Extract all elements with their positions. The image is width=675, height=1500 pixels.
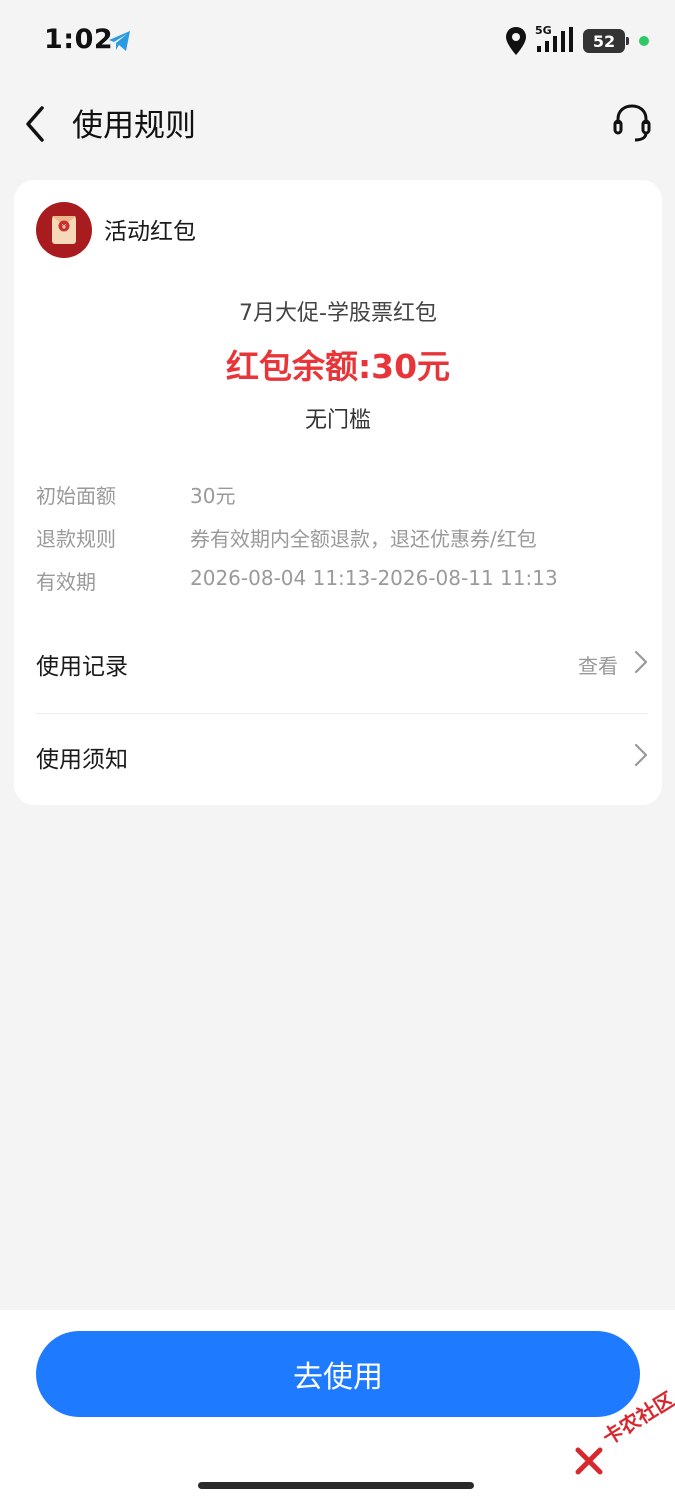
home-indicator[interactable]	[198, 1482, 474, 1489]
divider	[36, 713, 648, 714]
back-arrow-icon[interactable]	[22, 104, 48, 144]
detail-label: 退款规则	[36, 527, 116, 551]
usage-record-label: 使用记录	[36, 654, 128, 680]
page-title: 使用规则	[72, 108, 196, 144]
battery-level: 52	[592, 31, 616, 51]
detail-label: 有效期	[36, 570, 96, 594]
campaign-name: 7月大促-学股票红包	[239, 301, 437, 326]
red-packet-icon: ¥	[36, 202, 92, 258]
chevron-right-icon	[634, 650, 648, 674]
signal-icon: 5G	[535, 24, 575, 56]
red-packet-type-label: 活动红包	[104, 219, 196, 245]
status-time: 1:02	[44, 24, 114, 55]
detail-label: 初始面额	[36, 484, 116, 508]
chevron-right-icon	[634, 743, 648, 767]
status-bar: 1:02 5G 52	[0, 0, 675, 80]
watermark: 卡农社区	[574, 1387, 675, 1475]
detail-value: 2026-08-04 11:13-2026-08-11 11:13	[190, 566, 558, 590]
red-packet-card: ¥ 活动红包 7月大促-学股票红包 红包余额:30元 无门槛 初始面额 30元 …	[14, 180, 662, 805]
detail-value: 30元	[190, 484, 236, 508]
battery-icon: 52	[583, 29, 629, 53]
view-link[interactable]: 查看	[578, 650, 618, 679]
header: 使用规则	[0, 90, 675, 156]
location-icon	[506, 27, 526, 55]
telegram-icon	[109, 31, 130, 51]
balance-amount: 红包余额:30元	[225, 347, 451, 386]
usage-threshold: 无门槛	[304, 408, 371, 433]
status-icons: 5G 52	[505, 24, 649, 58]
usage-notice-label: 使用须知	[36, 747, 128, 773]
privacy-indicator-dot	[639, 36, 649, 46]
customer-service-icon[interactable]	[611, 102, 653, 144]
use-now-button[interactable]: 去使用	[36, 1331, 640, 1417]
usage-notice-row[interactable]: 使用须知	[36, 726, 648, 786]
watermark-logo-icon	[575, 1447, 603, 1475]
detail-value: 券有效期内全额退款，退还优惠券/红包	[190, 527, 537, 551]
svg-text:¥: ¥	[62, 223, 67, 231]
usage-record-row[interactable]: 使用记录 查看	[36, 633, 648, 693]
